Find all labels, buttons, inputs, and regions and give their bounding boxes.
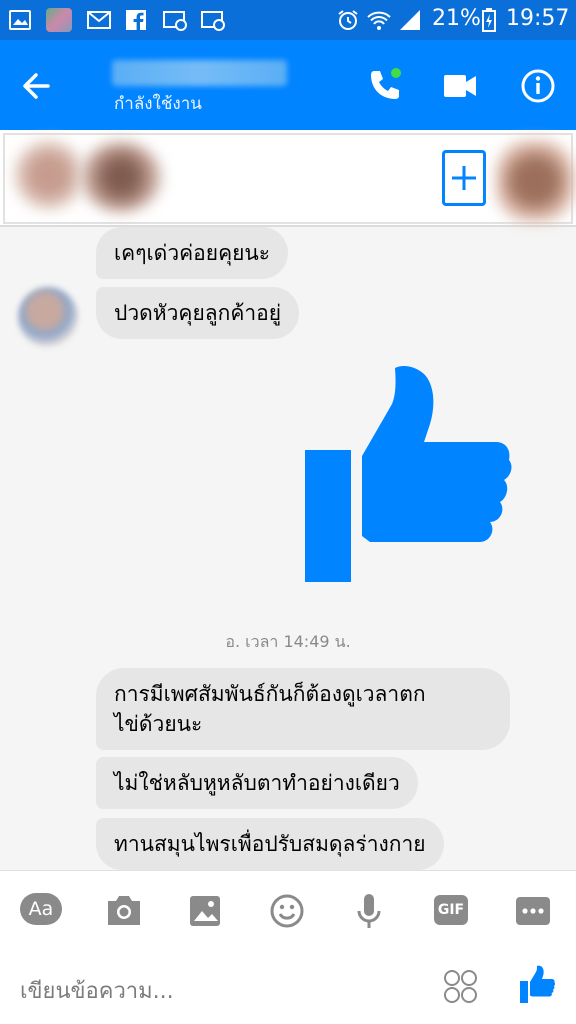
microphone-icon[interactable] — [346, 891, 392, 931]
text-format-button[interactable]: Aa — [20, 893, 62, 925]
message-timestamp: อ. เวลา 14:49 น. — [225, 632, 351, 651]
like-button-icon[interactable] — [518, 965, 556, 1005]
image-icon[interactable] — [182, 891, 228, 931]
status-bar: 21% 19:57 — [0, 0, 576, 40]
camera-icon[interactable] — [100, 891, 146, 931]
message-bubble[interactable]: การมีเพศสัมพันธ์กันก็ต้องดูเวลาตก ไข่ด้ว… — [96, 668, 510, 750]
stickers-icon[interactable] — [442, 969, 480, 1005]
more-icon[interactable] — [510, 891, 556, 931]
signal-icon — [400, 10, 420, 30]
sender-avatar[interactable] — [18, 287, 78, 347]
add-people-button[interactable] — [442, 150, 486, 206]
message-bubble[interactable]: เคๆเด่วค่อยคุยนะ — [96, 227, 289, 279]
video-icon[interactable] — [436, 62, 484, 110]
back-arrow-icon[interactable] — [14, 62, 62, 110]
contact-name[interactable] — [112, 60, 287, 86]
app-icon — [46, 8, 72, 32]
message-bubble[interactable]: ปวดหัวคุยลูกค้าอยู่ — [96, 287, 300, 339]
battery-percent: 21% — [432, 6, 481, 31]
emoji-icon[interactable] — [264, 891, 310, 931]
like-sticker-icon[interactable] — [300, 362, 512, 584]
composer-bar: Aa GIF เขียนข้อความ... — [0, 870, 576, 1024]
active-contact-avatar[interactable] — [80, 142, 162, 212]
contact-status: กำลังใช้งาน — [114, 94, 202, 114]
clock: 19:57 — [506, 6, 570, 31]
phone-icon[interactable] — [360, 62, 408, 110]
message-bubble[interactable]: ไม่ใช่หลับหูหลับตาทำอย่างเดียว — [96, 757, 418, 809]
info-icon[interactable] — [514, 62, 562, 110]
battery-icon — [482, 8, 496, 32]
active-contact-avatar[interactable] — [14, 140, 84, 210]
gallery-icon — [9, 10, 31, 30]
email-icon — [87, 11, 111, 29]
message-input[interactable]: เขียนข้อความ... — [20, 973, 174, 1008]
gif-button[interactable]: GIF — [434, 895, 468, 925]
cast-icon — [201, 11, 225, 31]
wifi-icon — [367, 11, 391, 30]
plus-icon — [452, 166, 476, 190]
facebook-icon — [126, 10, 146, 30]
message-bubble[interactable]: ทานสมุนไพรเพื่อปรับสมดุลร่างกาย — [96, 818, 444, 870]
cast-icon — [163, 11, 187, 31]
conversation-header: กำลังใช้งาน — [0, 40, 576, 130]
alarm-icon — [338, 10, 358, 30]
active-contact-avatar[interactable] — [496, 140, 574, 222]
